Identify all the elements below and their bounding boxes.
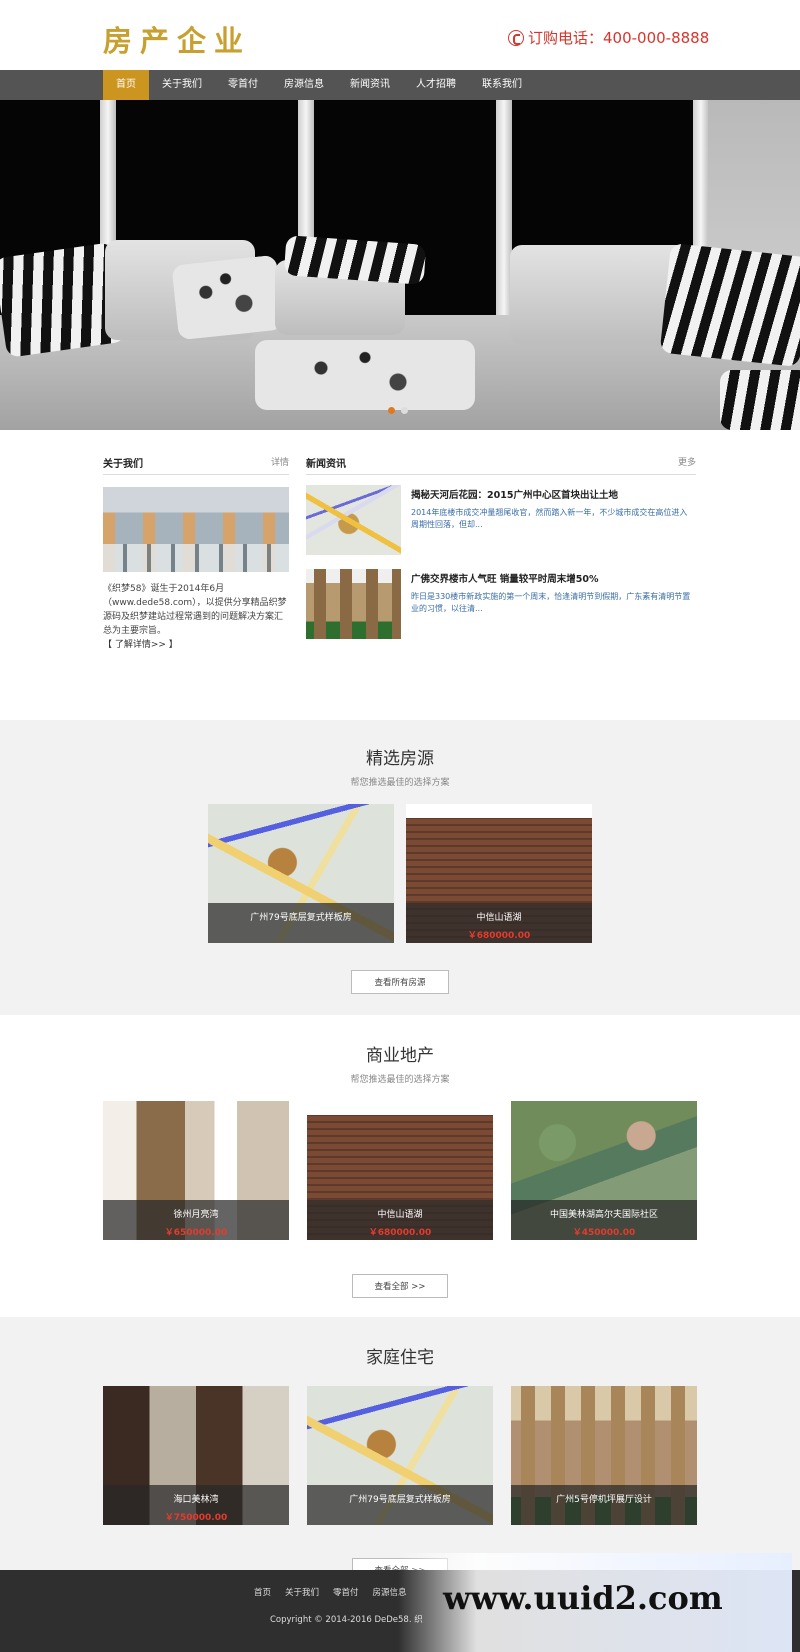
property-card[interactable]: 中国美林湖高尔夫国际社区 ￥450000.00 — [511, 1101, 697, 1240]
property-caption: 中信山语湖 ￥680000.00 — [307, 1200, 493, 1240]
property-price: ￥680000.00 — [467, 931, 531, 941]
news-item-summary: 昨日是330楼市新政实施的第一个周末，恰逢清明节到假期，广东素有清明节置业的习惯… — [411, 592, 691, 613]
featured-cards: 广州79号底层复式样板房 中信山语湖 ￥680000.00 — [0, 804, 800, 943]
property-card[interactable]: 中信山语湖 ￥680000.00 — [307, 1101, 493, 1240]
featured-section: 精选房源 帮您推选最佳的选择方案 广州79号底层复式样板房 中信山语湖 ￥680… — [0, 720, 800, 1015]
hotline: 订购电话：400-000-8888 — [508, 27, 709, 48]
property-name: 海口美林湾 — [173, 1495, 219, 1505]
watermark-text: www.uuid2.com — [443, 1579, 723, 1617]
phone-icon — [508, 29, 524, 46]
property-price: ￥650000.00 — [164, 1228, 228, 1238]
hotline-text: 订购电话：400-000-8888 — [528, 29, 710, 47]
nav-item-contact[interactable]: 联系我们 — [469, 70, 535, 100]
nav-item-about[interactable]: 关于我们 — [149, 70, 215, 100]
commercial-section: 商业地产 帮您推选最佳的选择方案 徐州月亮湾 ￥650000.00 中信山语湖 … — [0, 1015, 800, 1317]
news-item-summary: 2014年底楼市成交冲量翘尾收官，然而踏入新一年，不少城市成交在高位进入周期性回… — [411, 508, 688, 529]
news-item-title[interactable]: 揭秘天河后花园：2015广州中心区首块出让土地 — [411, 487, 691, 501]
featured-title: 精选房源 — [366, 749, 434, 769]
hero-banner[interactable] — [0, 100, 800, 430]
sofa-cushion — [659, 242, 800, 368]
residential-section: 家庭住宅 海口美林湾 ￥750000.00 广州79号底层复式样板房 广州5号停… — [0, 1317, 800, 1588]
watermark-overlay: www.uuid2.com — [398, 1553, 792, 1652]
property-caption: 中信山语湖 ￥680000.00 — [406, 903, 592, 943]
property-caption: 中国美林湖高尔夫国际社区 ￥450000.00 — [511, 1200, 697, 1240]
property-card[interactable]: 广州79号底层复式样板房 — [307, 1386, 493, 1525]
about-block: 关于我们 详情 《织梦58》诞生于2014年6月（www.dede58.com）… — [103, 455, 289, 652]
commercial-cards: 徐州月亮湾 ￥650000.00 中信山语湖 ￥680000.00 中国美林湖高… — [0, 1101, 800, 1240]
property-price: ￥680000.00 — [368, 1228, 432, 1238]
nav-item-home[interactable]: 首页 — [103, 70, 149, 100]
nav-item-listings[interactable]: 房源信息 — [271, 70, 337, 100]
property-price: ￥750000.00 — [164, 1513, 228, 1523]
property-name: 广州79号底层复式样板房 — [349, 1495, 451, 1505]
news-thumbnail[interactable] — [306, 485, 401, 555]
banner-dot[interactable] — [388, 407, 395, 414]
news-thumbnail[interactable] — [306, 569, 401, 639]
news-item[interactable]: 广佛交界楼市人气旺 销量较平时周末增50% 昨日是330楼市新政实施的第一个周末… — [306, 569, 696, 641]
commercial-title: 商业地产 — [366, 1046, 434, 1066]
nav-item-news[interactable]: 新闻资讯 — [337, 70, 403, 100]
sofa-throw — [255, 340, 475, 410]
sofa-ottoman — [720, 370, 800, 430]
property-card[interactable]: 中信山语湖 ￥680000.00 — [406, 804, 592, 943]
property-name: 广州5号停机坪展厅设计 — [556, 1495, 652, 1505]
news-item-title[interactable]: 广佛交界楼市人气旺 销量较平时周末增50% — [411, 571, 691, 585]
footer-link-home[interactable]: 首页 — [254, 1586, 271, 1598]
about-detail-link[interactable]: 【 了解详情>> 】 — [103, 638, 289, 652]
property-name: 广州79号底层复式样板房 — [250, 913, 352, 923]
news-more-link[interactable]: 更多 — [678, 455, 696, 469]
property-caption: 海口美林湾 ￥750000.00 — [103, 1485, 289, 1525]
property-name: 徐州月亮湾 — [173, 1210, 219, 1220]
about-text: 《织梦58》诞生于2014年6月（www.dede58.com），以提供分享精品… — [103, 584, 287, 636]
footer-links: 首页 关于我们 零首付 房源信息 — [254, 1586, 407, 1598]
banner-dot[interactable] — [401, 407, 408, 414]
property-card[interactable]: 广州5号停机坪展厅设计 — [511, 1386, 697, 1525]
property-name: 中信山语湖 — [476, 913, 522, 923]
property-caption: 广州79号底层复式样板房 — [307, 1485, 493, 1525]
news-title: 新闻资讯 — [306, 459, 346, 470]
about-more-link[interactable]: 详情 — [271, 455, 289, 469]
news-item[interactable]: 揭秘天河后花园：2015广州中心区首块出让土地 2014年底楼市成交冲量翘尾收官… — [306, 485, 696, 557]
property-caption: 广州5号停机坪展厅设计 — [511, 1485, 697, 1525]
view-all-commercial-button[interactable]: 查看全部 >> — [351, 1274, 449, 1298]
main-nav: 首页 关于我们 零首付 房源信息 新闻资讯 人才招聘 联系我们 — [0, 70, 800, 100]
property-price: ￥450000.00 — [572, 1228, 636, 1238]
property-name: 中信山语湖 — [377, 1210, 423, 1220]
about-news-section: 关于我们 详情 《织梦58》诞生于2014年6月（www.dede58.com）… — [0, 430, 800, 720]
about-header: 关于我们 详情 — [103, 455, 289, 475]
property-caption: 徐州月亮湾 ￥650000.00 — [103, 1200, 289, 1240]
about-office-image — [103, 487, 289, 572]
banner-pagination — [388, 407, 408, 414]
footer-link-zero-down[interactable]: 零首付 — [333, 1586, 359, 1598]
featured-subtitle: 帮您推选最佳的选择方案 — [350, 778, 450, 788]
property-card[interactable]: 徐州月亮湾 ￥650000.00 — [103, 1101, 289, 1240]
property-name: 中国美林湖高尔夫国际社区 — [549, 1210, 658, 1220]
sofa-cushion — [171, 254, 284, 341]
nav-item-jobs[interactable]: 人才招聘 — [403, 70, 469, 100]
residential-cards: 海口美林湾 ￥750000.00 广州79号底层复式样板房 广州5号停机坪展厅设… — [0, 1386, 800, 1525]
site-logo[interactable]: 房产企业 — [103, 18, 251, 60]
news-header: 新闻资讯 更多 — [306, 455, 696, 475]
property-caption: 广州79号底层复式样板房 — [208, 903, 394, 943]
commercial-subtitle: 帮您推选最佳的选择方案 — [350, 1075, 450, 1085]
view-all-listings-button[interactable]: 查看所有房源 — [351, 970, 449, 994]
footer-link-about[interactable]: 关于我们 — [285, 1586, 319, 1598]
property-card[interactable]: 海口美林湾 ￥750000.00 — [103, 1386, 289, 1525]
property-card[interactable]: 广州79号底层复式样板房 — [208, 804, 394, 943]
about-title: 关于我们 — [103, 459, 143, 470]
residential-title: 家庭住宅 — [366, 1348, 434, 1368]
news-block: 新闻资讯 更多 揭秘天河后花园：2015广州中心区首块出让土地 2014年底楼市… — [306, 455, 696, 641]
site-header: 房产企业 订购电话：400-000-8888 — [0, 0, 800, 70]
nav-item-zero-down[interactable]: 零首付 — [215, 70, 271, 100]
